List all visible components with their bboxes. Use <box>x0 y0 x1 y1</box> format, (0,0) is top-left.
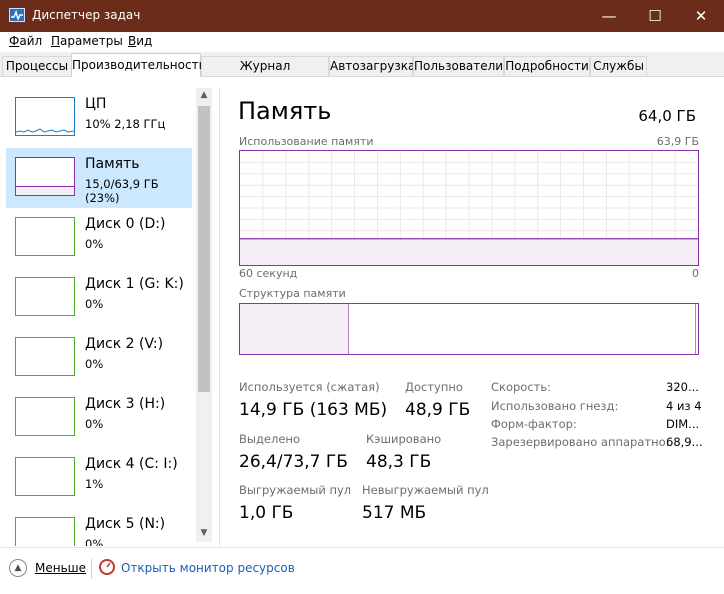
tab-bar: Процессы Производительность Журнал прило… <box>0 52 724 91</box>
cached-value: 48,3 ГБ <box>366 452 432 472</box>
memory-usage-graph <box>239 150 699 266</box>
graph-time-left: 60 секунд <box>239 267 298 280</box>
hardware-reserved-value: 68,9... <box>666 435 703 449</box>
cpu-thumbnail-graph <box>15 97 75 136</box>
tab-processes[interactable]: Процессы <box>2 56 72 76</box>
sidebar-item-value: 1% <box>85 477 104 491</box>
task-manager-icon <box>9 8 25 22</box>
tab-details[interactable]: Подробности <box>504 56 590 76</box>
tab-performance[interactable]: Производительность <box>71 53 206 77</box>
committed-label: Выделено <box>239 432 300 446</box>
committed-value: 26,4/73,7 ГБ <box>239 452 348 472</box>
speed-value: 320... <box>666 380 699 394</box>
sidebar-item-value: 10% 2,18 ГГц <box>85 117 166 131</box>
sidebar-item-disk-1[interactable]: Диск 1 (G: K:) 0% <box>6 268 192 328</box>
title-bar: Диспетчер задач — ☐ ✕ <box>0 0 724 32</box>
menu-view[interactable]: Вид <box>128 34 152 48</box>
available-label: Доступно <box>405 380 463 394</box>
form-factor-label: Форм-фактор: <box>491 417 577 431</box>
scroll-up-icon[interactable]: ▲ <box>196 90 212 100</box>
sidebar-item-label: Диск 3 (H:) <box>85 396 166 412</box>
footer-separator <box>91 559 92 579</box>
scroll-down-icon[interactable]: ▼ <box>196 528 212 538</box>
open-resource-monitor-link[interactable]: Открыть монитор ресурсов <box>121 561 295 575</box>
speed-label: Скорость: <box>491 380 552 394</box>
resource-monitor-icon[interactable] <box>99 559 115 575</box>
page-title: Память <box>238 97 332 125</box>
sidebar-item-value: 0% <box>85 417 104 431</box>
fewer-details-button[interactable]: Меньше <box>35 561 86 575</box>
sidebar-item-value: 0% <box>85 357 104 371</box>
memory-usage-max: 63,9 ГБ <box>656 135 699 148</box>
nonpaged-pool-value: 517 МБ <box>362 503 427 523</box>
sidebar-item-disk-3[interactable]: Диск 3 (H:) 0% <box>6 388 192 448</box>
sidebar-item-label: Диск 1 (G: K:) <box>85 276 184 292</box>
disk-thumbnail-graph <box>15 337 75 376</box>
sidebar-item-label: Диск 4 (C: I:) <box>85 456 178 472</box>
menu-options[interactable]: Параметры <box>51 34 123 48</box>
footer-bar: ▲ Меньше Открыть монитор ресурсов <box>0 547 724 594</box>
sidebar-item-value: 0% <box>85 297 104 311</box>
menu-bar: Файл Параметры Вид <box>0 32 724 52</box>
sidebar-item-memory[interactable]: Память 15,0/63,9 ГБ (23%) <box>6 148 192 208</box>
tab-users[interactable]: Пользователи <box>413 56 504 76</box>
memory-usage-label: Использование памяти <box>239 135 374 148</box>
memory-usage-fill <box>240 238 698 265</box>
sidebar-item-cpu[interactable]: ЦП 10% 2,18 ГГц <box>6 88 192 148</box>
paged-pool-label: Выгружаемый пул <box>239 483 352 497</box>
sidebar-item-label: ЦП <box>85 96 107 112</box>
disk-thumbnail-graph <box>15 517 75 546</box>
panel-divider <box>219 88 220 547</box>
slots-used-label: Использовано гнезд: <box>491 399 619 413</box>
in-use-value: 14,9 ГБ (163 МБ) <box>239 400 388 420</box>
sidebar-item-value: 0% <box>85 537 104 546</box>
hardware-reserved-label: Зарезервировано аппаратно: <box>491 435 670 449</box>
sidebar-item-value: 0% <box>85 237 104 251</box>
menu-file[interactable]: Файл <box>9 34 42 48</box>
sidebar-item-disk-2[interactable]: Диск 2 (V:) 0% <box>6 328 192 388</box>
memory-thumbnail-graph <box>15 157 75 196</box>
slots-used-value: 4 из 4 <box>666 399 702 413</box>
sidebar-item-value: 15,0/63,9 ГБ (23%) <box>85 177 159 205</box>
minimize-button[interactable]: — <box>586 0 632 32</box>
sidebar-clip: Диск 5 (N:) 0% <box>0 508 196 546</box>
available-value: 48,9 ГБ <box>405 400 471 420</box>
sidebar-item-disk-5[interactable]: Диск 5 (N:) 0% <box>6 508 192 546</box>
nonpaged-pool-label: Невыгружаемый пул <box>362 483 489 497</box>
sidebar-item-label: Память <box>85 156 140 172</box>
chevron-up-icon[interactable]: ▲ <box>9 559 27 577</box>
tab-app-history[interactable]: Журнал приложений <box>201 56 329 91</box>
composition-in-use <box>240 304 349 354</box>
sidebar-item-label: Диск 0 (D:) <box>85 216 166 232</box>
tab-services[interactable]: Службы <box>590 56 647 76</box>
paged-pool-value: 1,0 ГБ <box>239 503 294 523</box>
sidebar-scrollbar[interactable]: ▲ ▼ <box>196 88 212 542</box>
in-use-label: Используется (сжатая) <box>239 380 380 394</box>
memory-composition-bar <box>239 303 699 355</box>
sidebar-item-label: Диск 5 (N:) <box>85 516 166 532</box>
disk-thumbnail-graph <box>15 457 75 496</box>
disk-thumbnail-graph <box>15 277 75 316</box>
close-button[interactable]: ✕ <box>678 0 724 32</box>
memory-composition-label: Структура памяти <box>239 287 346 300</box>
form-factor-value: DIM... <box>666 417 700 431</box>
tab-startup[interactable]: Автозагрузка <box>329 56 415 76</box>
graph-time-right: 0 <box>692 267 699 280</box>
window-title: Диспетчер задач <box>32 8 141 22</box>
maximize-button[interactable]: ☐ <box>632 0 678 32</box>
composition-modified <box>694 304 698 354</box>
sidebar-item-disk-0[interactable]: Диск 0 (D:) 0% <box>6 208 192 268</box>
sidebar-item-disk-4[interactable]: Диск 4 (C: I:) 1% <box>6 448 192 508</box>
sidebar-item-label: Диск 2 (V:) <box>85 336 164 352</box>
disk-thumbnail-graph <box>15 217 75 256</box>
cached-label: Кэшировано <box>366 432 442 446</box>
scroll-thumb[interactable] <box>198 106 210 392</box>
disk-thumbnail-graph <box>15 397 75 436</box>
memory-total: 64,0 ГБ <box>638 107 696 125</box>
